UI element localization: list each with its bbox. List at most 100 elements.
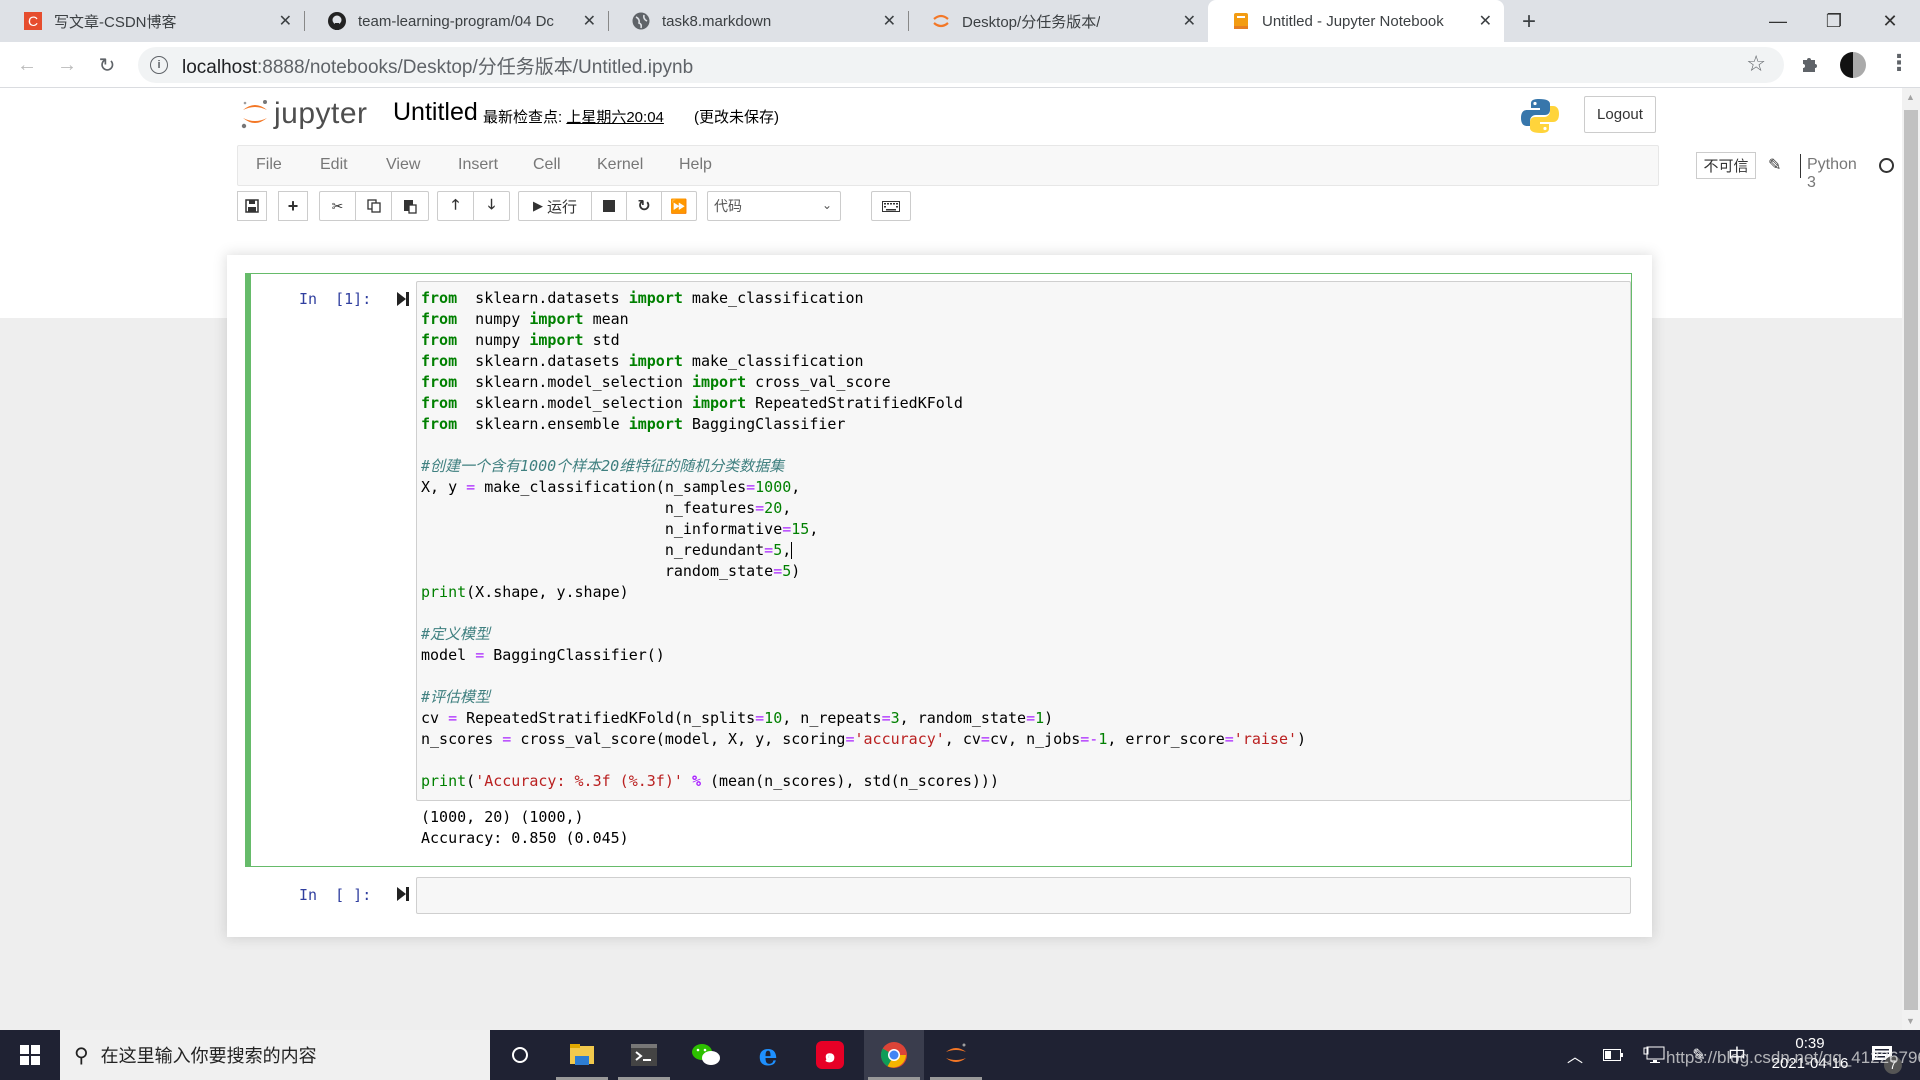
kernel-name[interactable]: Python 3 bbox=[1807, 156, 1857, 192]
code-token: cv, n_jobs bbox=[989, 730, 1081, 748]
save-button[interactable] bbox=[237, 191, 267, 221]
close-window-button[interactable]: ✕ bbox=[1862, 0, 1918, 42]
menu-insert[interactable]: Insert bbox=[458, 156, 498, 174]
page-scrollbar[interactable]: ▲ ▼ bbox=[1902, 88, 1920, 1030]
code-line: from sklearn.datasets import make_classi… bbox=[421, 288, 1626, 309]
cell-prompt: In [ ]: bbox=[299, 886, 372, 904]
close-tab-icon[interactable]: ✕ bbox=[1183, 11, 1196, 31]
menu-kernel[interactable]: Kernel bbox=[597, 156, 643, 174]
wechat-icon[interactable] bbox=[676, 1030, 736, 1080]
run-button[interactable]: ▶ 运行 bbox=[518, 191, 592, 221]
logout-button[interactable]: Logout bbox=[1584, 96, 1656, 133]
browser-tab-desktop[interactable]: Desktop/分任务版本/ ✕ bbox=[908, 0, 1208, 42]
code-cell-2[interactable]: In [ ]: bbox=[245, 873, 1632, 915]
ie-icon[interactable]: e bbox=[738, 1030, 798, 1080]
browser-tab-untitled[interactable]: Untitled - Jupyter Notebook ✕ bbox=[1208, 0, 1504, 42]
code-line: from sklearn.datasets import make_classi… bbox=[421, 351, 1626, 372]
globe-icon bbox=[632, 12, 650, 30]
bookmark-star-icon[interactable]: ☆ bbox=[1746, 51, 1766, 77]
url-input[interactable]: i localhost:8888/notebooks/Desktop/分任务版本… bbox=[138, 47, 1784, 83]
cell-type-select[interactable]: 代码 ⌄ bbox=[707, 191, 841, 221]
start-button[interactable] bbox=[0, 1030, 60, 1080]
netease-music-icon[interactable]: ๑ bbox=[800, 1030, 860, 1080]
code-token: import bbox=[628, 289, 683, 307]
show-hidden-icons-chevron-up-icon[interactable]: ︿ bbox=[1560, 1030, 1590, 1080]
restart-run-all-button[interactable]: ⏩ bbox=[661, 191, 697, 221]
jupyter-logo-text: jupyter bbox=[274, 97, 368, 130]
code-token: print bbox=[421, 583, 467, 601]
reload-button[interactable]: ↻ bbox=[94, 52, 120, 78]
trust-notebook-button[interactable]: 不可信 bbox=[1696, 152, 1756, 179]
browser-tab-csdn[interactable]: C 写文章-CSDN博客 ✕ bbox=[0, 0, 305, 42]
chrome-icon[interactable] bbox=[864, 1030, 924, 1080]
site-info-icon[interactable]: i bbox=[150, 56, 168, 74]
menu-view[interactable]: View bbox=[386, 156, 420, 174]
copy-button[interactable] bbox=[355, 191, 392, 221]
tab-label: 写文章-CSDN博客 bbox=[54, 13, 177, 31]
jupyter-header: jupyter Untitled 最新检查点: 上星期六20:04 (更改未保存… bbox=[0, 88, 1902, 145]
browser-tab-github[interactable]: team-learning-program/04 Dc ✕ bbox=[304, 0, 609, 42]
insert-cell-button[interactable]: + bbox=[278, 191, 308, 221]
paste-button[interactable] bbox=[391, 191, 429, 221]
menu-help[interactable]: Help bbox=[679, 156, 712, 174]
interrupt-kernel-button[interactable] bbox=[591, 191, 627, 221]
move-down-button[interactable]: 🡓 bbox=[473, 191, 510, 221]
code-token: 15 bbox=[791, 520, 810, 538]
restore-button[interactable]: ❐ bbox=[1806, 0, 1862, 42]
arrow-down-icon: 🡓 bbox=[487, 196, 496, 212]
jupyter-icon[interactable] bbox=[926, 1030, 986, 1080]
run-cell-icon[interactable] bbox=[396, 291, 410, 307]
terminal-icon[interactable] bbox=[614, 1030, 674, 1080]
code-token: import bbox=[691, 373, 747, 391]
code-token: sklearn.model_selection bbox=[457, 394, 692, 412]
code-editor[interactable]: from sklearn.datasets import make_classi… bbox=[416, 281, 1631, 801]
run-cell-icon[interactable] bbox=[396, 886, 410, 902]
code-cell-1[interactable]: In [1]: from sklearn.datasets import mak… bbox=[245, 273, 1632, 867]
notebook-title[interactable]: Untitled bbox=[393, 98, 478, 127]
file-explorer-icon[interactable] bbox=[552, 1030, 612, 1080]
jupyter-logo[interactable]: jupyter bbox=[240, 96, 368, 132]
close-tab-icon[interactable]: ✕ bbox=[1479, 11, 1492, 31]
browser-tab-task8[interactable]: task8.markdown ✕ bbox=[608, 0, 909, 42]
windows-logo-icon bbox=[20, 1045, 40, 1065]
menu-edit[interactable]: Edit bbox=[320, 156, 348, 174]
scroll-up-icon[interactable]: ▲ bbox=[1906, 92, 1915, 102]
code-token: = bbox=[746, 478, 756, 496]
browser-menu-icon[interactable]: ⋮ bbox=[1888, 50, 1910, 76]
code-token: import bbox=[529, 310, 584, 328]
code-line: n_informative=15, bbox=[421, 519, 1626, 540]
command-palette-button[interactable] bbox=[871, 191, 911, 221]
move-up-button[interactable]: 🡑 bbox=[437, 191, 474, 221]
code-token: cv bbox=[421, 709, 449, 727]
extensions-puzzle-icon[interactable] bbox=[1800, 54, 1820, 80]
cortana-icon[interactable] bbox=[490, 1030, 550, 1080]
battery-icon[interactable] bbox=[1598, 1030, 1628, 1080]
cut-button[interactable]: ✂ bbox=[319, 191, 356, 221]
restart-kernel-button[interactable]: ↻ bbox=[626, 191, 662, 221]
code-editor[interactable] bbox=[416, 877, 1631, 914]
close-tab-icon[interactable]: ✕ bbox=[583, 11, 596, 31]
new-tab-button[interactable]: + bbox=[1522, 8, 1536, 36]
menu-cell[interactable]: Cell bbox=[533, 156, 561, 174]
code-token: = bbox=[448, 709, 458, 727]
code-content[interactable]: from sklearn.datasets import make_classi… bbox=[417, 282, 1630, 798]
minimize-button[interactable]: — bbox=[1750, 0, 1806, 42]
forward-button[interactable]: → bbox=[54, 52, 80, 78]
close-tab-icon[interactable]: ✕ bbox=[883, 11, 896, 31]
run-label: 运行 bbox=[546, 198, 577, 216]
menu-file[interactable]: File bbox=[256, 156, 282, 174]
scroll-down-icon[interactable]: ▼ bbox=[1906, 1016, 1915, 1026]
code-token: #评估模型 bbox=[421, 688, 491, 706]
back-button[interactable]: ← bbox=[14, 52, 40, 78]
code-token: , bbox=[809, 520, 819, 538]
profile-avatar[interactable] bbox=[1840, 52, 1866, 78]
code-token: 5 bbox=[773, 541, 783, 559]
taskbar-search-input[interactable]: ⚲ 在这里输入你要搜索的内容 bbox=[60, 1030, 490, 1080]
close-tab-icon[interactable]: ✕ bbox=[279, 11, 292, 31]
code-token: = bbox=[980, 730, 990, 748]
checkpoint-label: 最新检查点: bbox=[483, 109, 563, 126]
pencil-icon[interactable]: ✎ bbox=[1768, 155, 1781, 175]
fast-forward-icon: ⏩ bbox=[670, 197, 688, 214]
scrollbar-thumb[interactable] bbox=[1904, 110, 1918, 1010]
code-token: = bbox=[881, 709, 891, 727]
